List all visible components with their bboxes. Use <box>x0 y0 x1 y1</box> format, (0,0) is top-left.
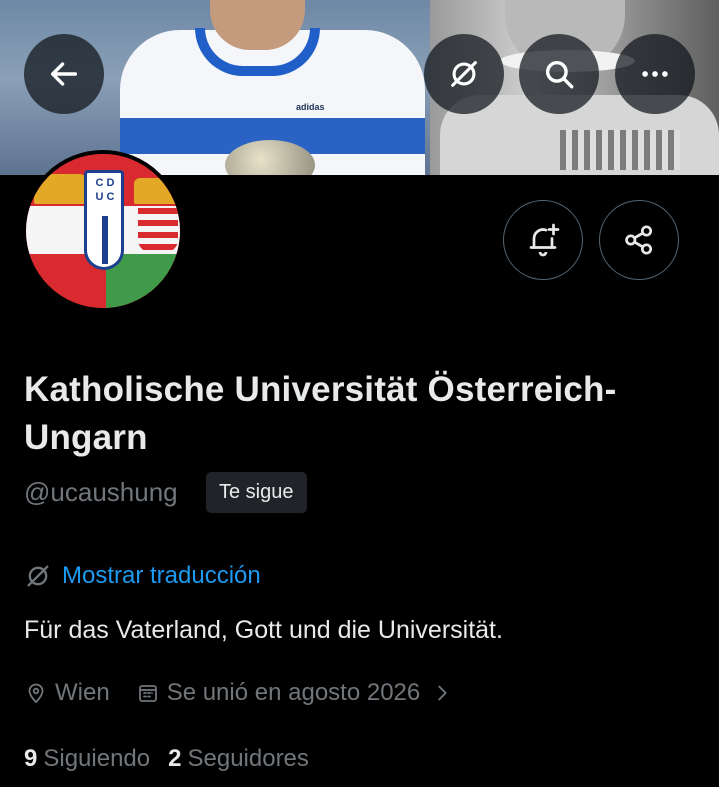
share-button[interactable] <box>599 200 679 280</box>
more-button[interactable] <box>615 34 695 114</box>
search-icon <box>545 60 574 89</box>
avatar-shield-cross <box>102 216 108 264</box>
shield-text-bottom: U C <box>95 191 115 203</box>
following-count: 9 <box>24 745 38 772</box>
follows-you-badge: Te sigue <box>206 472 307 513</box>
avatar-crown-left <box>34 174 86 204</box>
more-horizontal-icon <box>642 71 668 77</box>
show-translation-link[interactable]: Mostrar traducción <box>24 562 261 590</box>
translate-toggle-button[interactable] <box>424 34 504 114</box>
followers-label: Seguidores <box>187 745 309 772</box>
shield-text-top: C D <box>95 177 115 189</box>
location-item: Wien <box>24 679 110 707</box>
avatar-crown-right <box>134 178 180 204</box>
profile-banner[interactable]: adidas <box>0 0 719 175</box>
follow-stats: 9 Siguiendo 2 Seguidores <box>24 745 309 773</box>
location-text: Wien <box>55 679 110 706</box>
show-translation-label[interactable]: Mostrar traducción <box>62 562 261 590</box>
calendar-icon <box>138 685 157 702</box>
display-name: Katholische Universität Österreich-Ungar… <box>24 370 617 457</box>
no-translate-icon <box>27 565 49 587</box>
followers-link[interactable]: 2 Seguidores <box>168 745 309 773</box>
profile-bio: Für das Vaterland, Gott und die Universi… <box>24 616 503 644</box>
followers-count: 2 <box>168 745 182 772</box>
no-translate-icon <box>451 61 477 87</box>
avatar-shield-text: C D U C <box>90 176 120 204</box>
profile-meta: Wien Se unió en agosto 2026 <box>24 679 453 707</box>
following-link[interactable]: 9 Siguiendo <box>24 745 150 773</box>
location-pin-icon <box>28 683 44 704</box>
share-icon <box>625 225 653 255</box>
user-handle: @ucaushung <box>24 477 178 507</box>
avatar-striped-shield <box>138 208 178 252</box>
joined-date-text: Se unió en agosto 2026 <box>166 679 421 706</box>
profile-avatar[interactable]: C D U C <box>22 150 184 312</box>
joined-date-item[interactable]: Se unió en agosto 2026 <box>136 679 454 707</box>
bell-plus-icon <box>529 223 560 257</box>
search-button[interactable] <box>519 34 599 114</box>
following-label: Siguiendo <box>43 745 151 772</box>
portrait-medals <box>560 130 680 170</box>
back-button[interactable] <box>24 34 104 114</box>
chevron-right-icon <box>438 685 447 701</box>
arrow-left-icon <box>50 62 78 86</box>
notify-button[interactable] <box>503 200 583 280</box>
jersey-logo-text: adidas <box>296 102 325 112</box>
